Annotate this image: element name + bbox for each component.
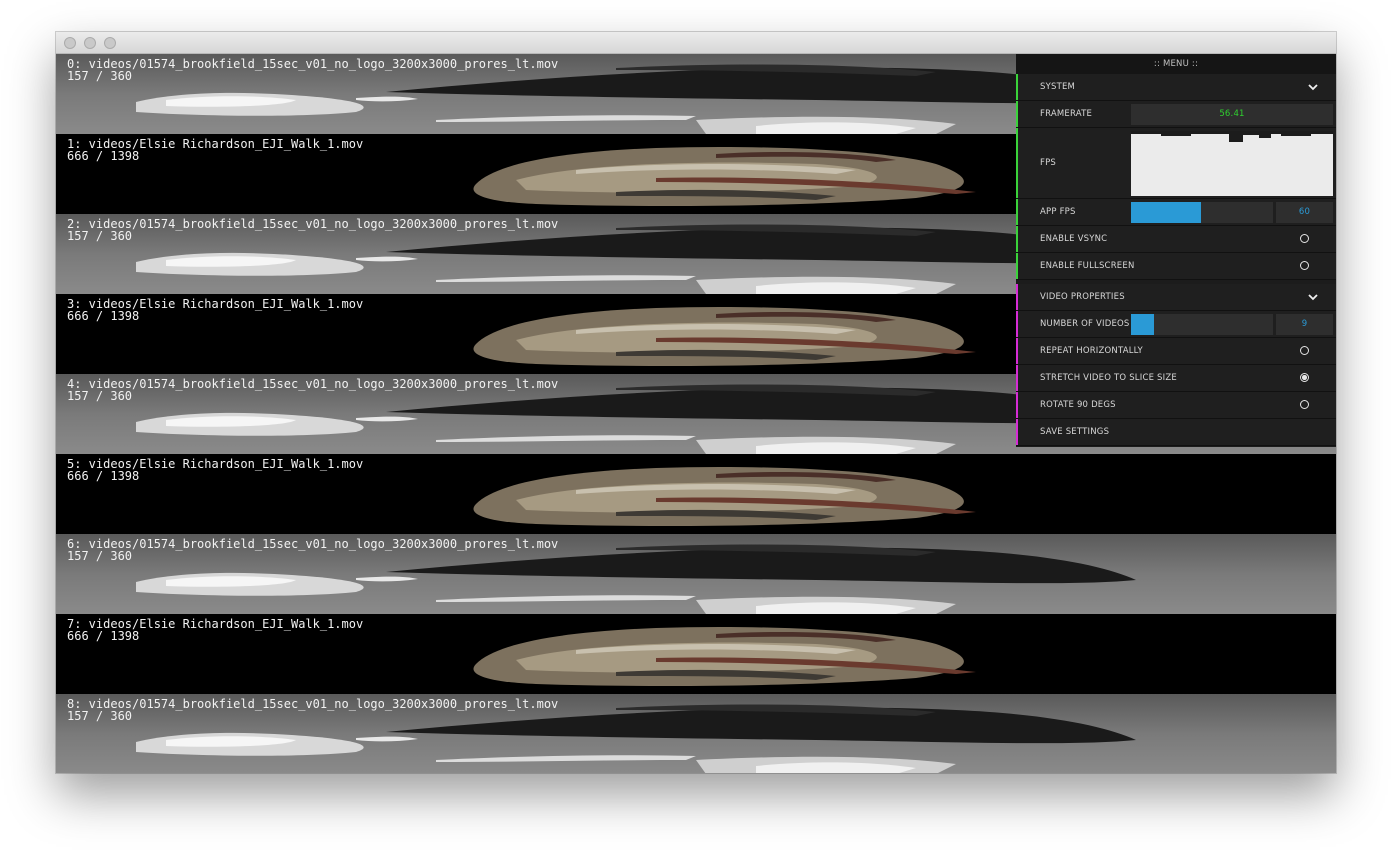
number-of-videos-slider-row[interactable]: NUMBER OF VIDEOS 9: [1016, 311, 1336, 338]
enable-vsync-row[interactable]: ENABLE VSYNC: [1016, 226, 1336, 253]
video-slice-6: 6: videos/01574_brookfield_15sec_v01_no_…: [56, 534, 1336, 614]
enable-fullscreen-label: ENABLE FULLSCREEN: [1040, 261, 1135, 271]
framerate-label: FRAMERATE: [1040, 109, 1093, 119]
video-properties-header-label: VIDEO PROPERTIES: [1040, 292, 1125, 302]
slice-frame-counter: 666 / 1398: [67, 309, 140, 323]
video-accent-stripe: [1016, 392, 1018, 418]
app-fps-slider-fill: [1131, 202, 1201, 223]
app-window: 0: videos/01574_brookfield_15sec_v01_no_…: [56, 32, 1336, 773]
enable-vsync-label: ENABLE VSYNC: [1040, 234, 1108, 244]
framerate-row: FRAMERATE 56.41: [1016, 101, 1336, 128]
enable-vsync-toggle[interactable]: [1300, 234, 1309, 243]
slice-title: 4: videos/01574_brookfield_15sec_v01_no_…: [67, 377, 559, 391]
app-fps-label: APP FPS: [1040, 207, 1076, 217]
enable-fullscreen-toggle[interactable]: [1300, 261, 1309, 270]
slice-title: 6: videos/01574_brookfield_15sec_v01_no_…: [67, 537, 559, 551]
number-of-videos-slider[interactable]: [1131, 314, 1273, 335]
menu-title: :: MENU ::: [1016, 54, 1336, 74]
zoom-button[interactable]: [104, 37, 116, 49]
slice-frame-counter: 157 / 360: [67, 709, 133, 723]
chevron-down-icon[interactable]: [1308, 292, 1318, 302]
enable-fullscreen-row[interactable]: ENABLE FULLSCREEN: [1016, 253, 1336, 280]
slice-frame-counter: 666 / 1398: [67, 629, 140, 643]
title-bar: [56, 32, 1336, 54]
app-fps-slider-row[interactable]: APP FPS 60: [1016, 199, 1336, 226]
system-group-header[interactable]: SYSTEM: [1016, 74, 1336, 101]
video-accent-stripe: [1016, 365, 1018, 391]
slice-frame-counter: 666 / 1398: [67, 149, 140, 163]
fps-graph-row: FPS: [1016, 128, 1336, 199]
save-settings-label: SAVE SETTINGS: [1040, 427, 1110, 437]
close-button[interactable]: [64, 37, 76, 49]
slice-frame-counter: 157 / 360: [67, 549, 133, 563]
slice-title: 2: videos/01574_brookfield_15sec_v01_no_…: [67, 217, 559, 231]
system-accent-stripe: [1016, 74, 1018, 100]
system-accent-stripe: [1016, 199, 1018, 225]
fps-label: FPS: [1040, 158, 1057, 168]
repeat-horizontally-label: REPEAT HORIZONTALLY: [1040, 346, 1143, 356]
number-of-videos-label: NUMBER OF VIDEOS: [1040, 319, 1130, 329]
repeat-horizontally-row[interactable]: REPEAT HORIZONTALLY: [1016, 338, 1336, 365]
video-slice-5: 5: videos/Elsie Richardson_EJI_Walk_1.mo…: [56, 454, 1336, 534]
system-accent-stripe: [1016, 253, 1018, 279]
video-accent-stripe: [1016, 338, 1018, 364]
slice-title: 8: videos/01574_brookfield_15sec_v01_no_…: [67, 697, 559, 711]
video-viewport: 0: videos/01574_brookfield_15sec_v01_no_…: [56, 54, 1336, 773]
minimize-button[interactable]: [84, 37, 96, 49]
video-accent-stripe: [1016, 311, 1018, 337]
app-fps-value[interactable]: 60: [1276, 202, 1333, 223]
stretch-video-toggle[interactable]: [1300, 373, 1309, 382]
repeat-horizontally-toggle[interactable]: [1300, 346, 1309, 355]
app-fps-slider[interactable]: [1131, 202, 1273, 223]
number-of-videos-slider-fill: [1131, 314, 1154, 335]
video-properties-group-header[interactable]: VIDEO PROPERTIES: [1016, 284, 1336, 311]
video-slice-8: 8: videos/01574_brookfield_15sec_v01_no_…: [56, 694, 1336, 773]
video-slice-7: 7: videos/Elsie Richardson_EJI_Walk_1.mo…: [56, 614, 1336, 694]
chevron-down-icon[interactable]: [1308, 82, 1318, 92]
rotate-90-label: ROTATE 90 DEGS: [1040, 400, 1116, 410]
save-settings-button[interactable]: SAVE SETTINGS: [1016, 419, 1336, 446]
video-accent-stripe: [1016, 284, 1018, 310]
number-of-videos-value[interactable]: 9: [1276, 314, 1333, 335]
slice-frame-counter: 157 / 360: [67, 389, 133, 403]
stretch-video-row[interactable]: STRETCH VIDEO TO SLICE SIZE: [1016, 365, 1336, 392]
system-accent-stripe: [1016, 128, 1018, 198]
slice-frame-counter: 666 / 1398: [67, 469, 140, 483]
settings-menu: :: MENU :: SYSTEM FRAMERATE 56.41 FPS AP…: [1016, 54, 1336, 447]
rotate-90-row[interactable]: ROTATE 90 DEGS: [1016, 392, 1336, 419]
rotate-90-toggle[interactable]: [1300, 400, 1309, 409]
slice-title: 0: videos/01574_brookfield_15sec_v01_no_…: [67, 57, 559, 71]
slice-frame-counter: 157 / 360: [67, 69, 133, 83]
framerate-value: 56.41: [1131, 104, 1333, 125]
system-accent-stripe: [1016, 101, 1018, 127]
video-accent-stripe: [1016, 419, 1018, 445]
system-header-label: SYSTEM: [1040, 82, 1076, 92]
system-accent-stripe: [1016, 226, 1018, 252]
slice-frame-counter: 157 / 360: [67, 229, 133, 243]
fps-graph: [1131, 131, 1333, 196]
stretch-video-label: STRETCH VIDEO TO SLICE SIZE: [1040, 373, 1177, 383]
